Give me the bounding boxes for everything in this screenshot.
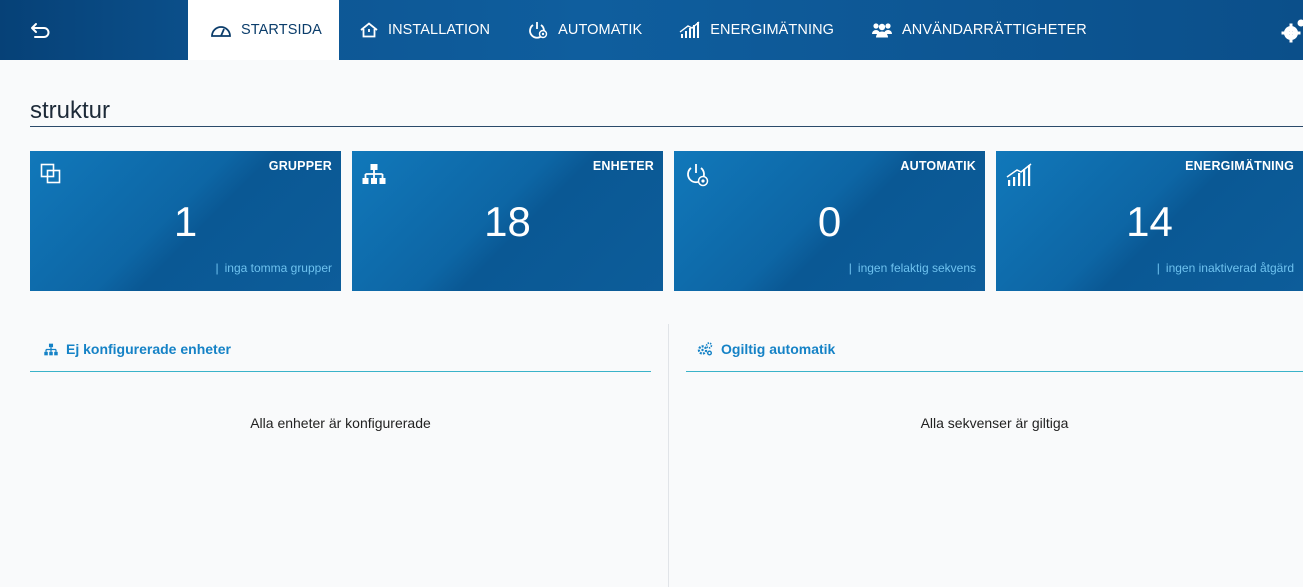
panel-message-right: Alla sekvenser är giltiga — [920, 415, 1069, 431]
tile-label: AUTOMATIK — [900, 159, 976, 173]
tile-subtext: | ingen felaktig sekvens — [848, 261, 976, 275]
tab-anvandarrattigheter[interactable]: ANVÄNDARRÄTTIGHETER — [851, 0, 1104, 60]
tab-energimatning[interactable]: ENERGIMÄTNING — [659, 0, 851, 60]
page-title: struktur — [30, 97, 111, 124]
tile-value: 0 — [817, 198, 842, 245]
tile-subtext-label: ingen felaktig sekvens — [857, 261, 976, 275]
tab-label: ANVÄNDARRÄTTIGHETER — [902, 22, 1087, 38]
energy-chart-icon — [679, 21, 700, 38]
users-icon — [872, 23, 893, 38]
main-tabs: STARTSIDA INSTALLATION AUTOMATIK ENERGIM… — [188, 0, 1104, 60]
tab-label: INSTALLATION — [387, 22, 491, 38]
tile-automatik[interactable]: AUTOMATIK 0 | ingen felaktig sekvens — [674, 151, 985, 291]
tile-label: ENERGIMÄTNING — [1185, 159, 1294, 173]
panel-message-left: Alla enheter är konfigurerade — [250, 415, 431, 431]
title-divider — [30, 126, 1303, 127]
tile-subtext-label: ingen inaktiverad åtgärd — [1165, 261, 1294, 275]
panel-header-unconfigured-devices: Ej konfigurerade enheter — [44, 341, 231, 357]
tile-grupper[interactable]: GRUPPER 1 | inga tomma grupper — [30, 151, 341, 291]
tab-automatik[interactable]: AUTOMATIK — [507, 0, 659, 60]
back-button[interactable] — [0, 0, 188, 60]
tile-value: 14 — [1126, 198, 1173, 245]
groups-icon — [40, 163, 61, 184]
home-icon — [360, 22, 378, 38]
tile-label: ENHETER — [592, 159, 654, 173]
panel-rule-right — [686, 371, 1303, 372]
energy-chart-icon — [1006, 163, 1032, 186]
gears-icon — [697, 342, 713, 356]
power-automation-icon — [529, 22, 548, 39]
tile-value: 1 — [173, 198, 198, 245]
tab-label: AUTOMATIK — [558, 22, 643, 38]
tile-label: GRUPPER — [268, 159, 332, 173]
tab-startsida[interactable]: STARTSIDA — [188, 0, 339, 60]
power-automation-icon — [687, 164, 709, 187]
tile-enheter[interactable]: ENHETER 18 — [352, 151, 663, 291]
panel-title: Ogiltig automatik — [721, 341, 836, 357]
tab-installation[interactable]: INSTALLATION — [339, 0, 507, 60]
gear-icon — [1281, 19, 1303, 43]
panel-divider — [668, 324, 669, 587]
panel-header-invalid-automation: Ogiltig automatik — [697, 341, 835, 357]
network-icon — [362, 164, 386, 184]
tile-subtext: | ingen inaktiverad åtgärd — [1156, 261, 1294, 275]
dashboard-icon — [211, 26, 231, 37]
tile-energimatning[interactable]: ENERGIMÄTNING 14 | ingen inaktiverad åtgä… — [996, 151, 1303, 291]
top-navigation-bar: STARTSIDA INSTALLATION AUTOMATIK ENERGIM… — [0, 0, 1303, 60]
panel-title: Ej konfigurerade enheter — [66, 341, 231, 357]
panel-rule-left — [30, 371, 651, 372]
tile-subtext: | inga tomma grupper — [215, 261, 332, 275]
back-arrow-icon — [31, 23, 50, 38]
tile-subtext-label: inga tomma grupper — [224, 261, 332, 275]
tab-label: STARTSIDA — [241, 22, 322, 38]
settings-button[interactable] — [1281, 18, 1303, 44]
tab-label: ENERGIMÄTNING — [710, 22, 835, 38]
tile-value: 18 — [484, 198, 531, 245]
network-icon — [44, 343, 58, 355]
